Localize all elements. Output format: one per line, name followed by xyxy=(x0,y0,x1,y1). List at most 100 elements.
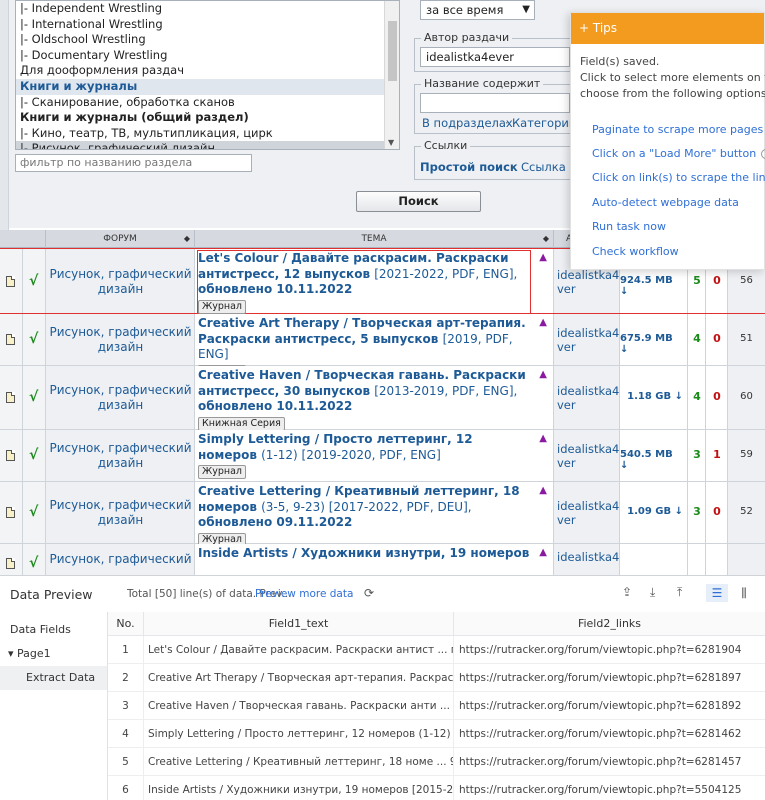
header-topic[interactable]: ТЕМА ◆ xyxy=(195,230,554,248)
scrollbar-thumb[interactable] xyxy=(388,21,397,81)
field1-cell[interactable]: Creative Art Therapy / Творческая арт-те… xyxy=(144,664,454,692)
list-view-icon[interactable]: ☰ xyxy=(706,584,728,602)
author-legend: Автор раздачи xyxy=(421,31,513,44)
leechers-cell: 0 xyxy=(706,482,728,543)
topic-link[interactable]: Let's Colour / Давайте раскрасим. Раскра… xyxy=(197,250,531,315)
field1-cell[interactable]: Creative Lettering / Креативный леттерин… xyxy=(144,748,454,776)
title-input[interactable] xyxy=(420,93,570,113)
topic-tag[interactable]: Журнал xyxy=(198,299,246,314)
topic-link[interactable]: Creative Haven / Творческая гавань. Раск… xyxy=(198,368,530,431)
size-download-link[interactable]: 1.18 GB ↓ xyxy=(627,391,683,402)
period-select[interactable]: за все время ▼ xyxy=(420,0,535,20)
seeds-count: 4 xyxy=(693,332,701,345)
tips-option-click-links[interactable]: Click on link(s) to scrape the linked p xyxy=(592,171,765,184)
forum-list-item[interactable]: |- Сканирование, обработка сканов xyxy=(16,95,399,111)
forum-select-list[interactable]: |- Independent Wrestling |- International… xyxy=(15,0,400,150)
forum-list-item[interactable]: Книги и журналы (общий раздел) xyxy=(16,110,399,126)
author-link[interactable]: idealistka4e ver xyxy=(557,442,626,470)
file-icon[interactable] xyxy=(6,507,15,518)
field2-cell[interactable]: https://rutracker.org/forum/viewtopic.ph… xyxy=(454,720,765,748)
forum-list-item[interactable]: Книги и журналы xyxy=(16,78,399,95)
categories-link[interactable]: Категории xyxy=(512,116,576,130)
forum-list-item[interactable]: |- Independent Wrestling xyxy=(16,1,399,17)
field1-cell[interactable]: Inside Artists / Художники изнутри, 19 н… xyxy=(144,776,454,800)
field2-cell[interactable]: https://rutracker.org/forum/viewtopic.ph… xyxy=(454,664,765,692)
author-link[interactable]: idealistka4e xyxy=(557,550,626,564)
upload-icon[interactable]: ⤒ xyxy=(677,585,682,600)
size-download-link[interactable]: 540.5 MB ↓ xyxy=(620,449,683,471)
file-icon[interactable] xyxy=(6,558,15,569)
tips-option-load-more[interactable]: Click on a "Load More" button? xyxy=(592,147,765,160)
forum-filter-input[interactable]: фильтр по названию раздела xyxy=(15,154,252,172)
title-legend: Название содержит xyxy=(421,77,544,90)
field1-cell[interactable]: Let's Colour / Давайте раскрасим. Раскра… xyxy=(144,636,454,664)
topic-link[interactable]: Inside Artists / Художники изнутри, 19 н… xyxy=(198,546,530,562)
forum-link[interactable]: Рисунок, графический xyxy=(46,552,195,567)
tips-option-run-task[interactable]: Run task now xyxy=(592,220,666,233)
field2-cell[interactable]: https://rutracker.org/forum/viewtopic.ph… xyxy=(454,776,765,800)
page1-node[interactable]: ▾ Page1 xyxy=(8,647,51,660)
chevron-down-icon: ▼ xyxy=(522,4,530,15)
forum-list-item[interactable]: |- International Wrestling xyxy=(16,17,399,33)
tips-option-check-workflow[interactable]: Check workflow xyxy=(592,245,679,258)
author-link[interactable]: idealistka4e ver xyxy=(557,326,626,354)
topic-tag[interactable]: Журнал xyxy=(198,465,246,479)
field2-cell[interactable]: https://rutracker.org/forum/viewtopic.ph… xyxy=(454,692,765,720)
forum-list-scrollbar[interactable]: ▼ xyxy=(384,1,399,149)
forum-link[interactable]: Рисунок, графический дизайн xyxy=(46,441,195,471)
field2-cell[interactable]: https://rutracker.org/forum/viewtopic.ph… xyxy=(454,748,765,776)
forum-link[interactable]: Рисунок, графический дизайн xyxy=(46,498,195,528)
size-download-link[interactable]: 1.09 GB ↓ xyxy=(627,506,683,517)
forum-link[interactable]: Рисунок, графический дизайн xyxy=(46,267,195,297)
file-icon[interactable] xyxy=(6,392,15,403)
forum-link[interactable]: Рисунок, графический дизайн xyxy=(46,383,195,413)
column-view-icon[interactable]: ⫼ xyxy=(733,584,755,602)
link-separator: · xyxy=(505,116,509,130)
header-forum[interactable]: ФОРУМ ◆ xyxy=(46,230,195,248)
in-subsections-link[interactable]: В подразделах xyxy=(422,116,513,130)
search-button[interactable]: Поиск xyxy=(356,191,481,212)
author-link[interactable]: idealistka4e ver xyxy=(557,268,626,296)
file-icon[interactable] xyxy=(6,450,15,461)
help-icon[interactable]: ? xyxy=(761,149,765,159)
col-header-field1[interactable]: Field1_text xyxy=(144,612,454,636)
forum-list-item[interactable]: |- Рисунок, графический дизайн xyxy=(16,141,399,149)
row-number: 1 xyxy=(108,636,144,664)
preview-more-link[interactable]: Preview more data xyxy=(255,588,353,600)
scroll-down-icon[interactable]: ▼ xyxy=(388,138,394,147)
topic-tag[interactable]: Книжная Серия xyxy=(198,416,285,431)
field1-cell[interactable]: Creative Haven / Творческая гавань. Раск… xyxy=(144,692,454,720)
field1-cell[interactable]: Simply Lettering / Просто леттеринг, 12 … xyxy=(144,720,454,748)
author-link[interactable]: idealistka4e ver xyxy=(557,499,626,527)
forum-link[interactable]: Рисунок, графический дизайн xyxy=(46,325,195,355)
seeds-count: 5 xyxy=(693,274,701,287)
forum-list-item[interactable]: |- Documentary Wrestling xyxy=(16,48,399,64)
simple-search-link[interactable]: Простой поиск xyxy=(420,160,518,174)
author-input[interactable]: idealistka4ever xyxy=(420,47,570,67)
topic-cell: Inside Artists / Художники изнутри, 19 н… xyxy=(195,544,554,575)
forum-list-item[interactable]: Для дооформления раздач xyxy=(16,63,399,79)
forum-list-item[interactable]: |- Oldschool Wrestling xyxy=(16,32,399,48)
field2-cell[interactable]: https://rutracker.org/forum/viewtopic.ph… xyxy=(454,636,765,664)
topic-link[interactable]: Creative Lettering / Креативный леттерин… xyxy=(198,484,530,547)
leechers-cell xyxy=(706,544,728,575)
forum-list-item[interactable]: |- Кино, театр, ТВ, мультипликация, цирк xyxy=(16,126,399,142)
author-link[interactable]: idealistka4e ver xyxy=(557,384,626,412)
size-download-link[interactable]: 675.9 MB ↓ xyxy=(620,333,683,355)
topic-link[interactable]: Simply Lettering / Просто леттеринг, 12 … xyxy=(198,432,530,479)
sort-icon: ◆ xyxy=(542,234,549,243)
tips-header: + Tips xyxy=(571,13,764,44)
file-icon[interactable] xyxy=(6,276,15,287)
file-icon[interactable] xyxy=(6,334,15,345)
refresh-icon[interactable]: ⟳ xyxy=(364,586,374,600)
download-icon[interactable]: ⤓ xyxy=(650,585,655,600)
col-header-field2[interactable]: Field2_links xyxy=(454,612,765,636)
tips-msg-line: choose from the following options. xyxy=(580,87,765,100)
tips-option-paginate[interactable]: Paginate to scrape more pages? xyxy=(592,123,765,136)
tips-option-auto-detect[interactable]: Auto-detect webpage data xyxy=(592,196,739,209)
size-download-link[interactable]: 924.5 MB ↓ xyxy=(620,275,683,297)
export-icon[interactable]: ⇪ xyxy=(622,585,632,599)
seeds-cell xyxy=(688,544,706,575)
table-row: √ Рисунок, графический дизайн Simply Lette… xyxy=(0,430,765,482)
extract-data-node[interactable]: Extract Data xyxy=(0,666,107,690)
